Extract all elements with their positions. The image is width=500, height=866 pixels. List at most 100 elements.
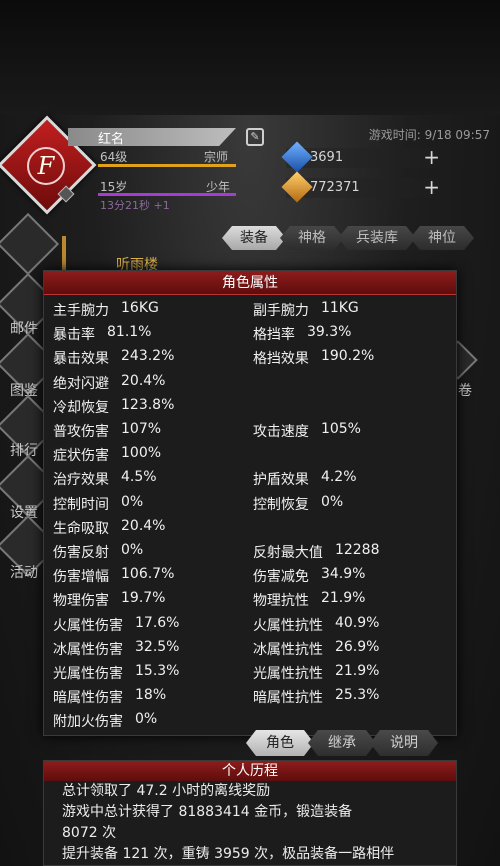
stat-value: 106.7% (121, 566, 175, 583)
stat-cell: 暴击效果 243.2% (53, 348, 253, 368)
stat-label: 暴击效果 (53, 351, 109, 368)
tab-divinity[interactable]: 神格 (280, 226, 344, 250)
stat-row: 物理伤害 19.7% 物理抗性 21.9% (53, 588, 448, 612)
stat-label: 暗属性抗性 (252, 690, 323, 707)
stat-value: 32.5% (135, 638, 180, 655)
stat-row: 冷却恢复 123.8% (53, 395, 448, 419)
stat-value: 18% (135, 687, 167, 704)
stat-cell: 火属性伤害 17.6% (53, 615, 253, 635)
stat-label: 物理伤害 (53, 593, 109, 610)
tab-armory[interactable]: 兵装库 (338, 226, 416, 250)
stat-row: 普攻伤害 107% 攻击速度 105% (53, 419, 448, 443)
stat-value: 123.8% (121, 396, 175, 413)
stat-label: 主手腕力 (53, 303, 109, 320)
age-progress-fill (98, 193, 236, 196)
stat-row: 主手腕力 16KG 副手腕力 11KG (53, 298, 448, 322)
stat-label: 普攻伤害 (53, 424, 109, 441)
stat-label: 光属性伤害 (53, 665, 123, 682)
stat-label: 绝对闪避 (53, 375, 109, 392)
stat-cell: 主手腕力 16KG (53, 300, 253, 320)
top-band (0, 0, 500, 115)
stat-row: 绝对闪避 20.4% (53, 371, 448, 395)
player-name: 红名 (98, 132, 125, 147)
age-progress-bar (98, 193, 236, 196)
stat-cell: 伤害减免 34.9% (253, 566, 448, 586)
side-item-events[interactable]: 活动 (10, 562, 38, 582)
history-line: 游戏中总计获得了 81883414 金币，锻造装备 (62, 804, 353, 820)
history-line: 提升装备 121 次，重铸 3959 次，极品装备一路相伴 (62, 846, 395, 862)
stat-value: 21.9% (334, 662, 380, 679)
stat-value: 0% (135, 711, 158, 728)
stat-cell: 火属性抗性 40.9% (253, 615, 448, 635)
stat-value: 26.9% (334, 638, 380, 655)
stat-label: 伤害减免 (252, 569, 309, 586)
stat-label: 格挡效果 (252, 351, 309, 368)
stat-cell: 暴击率 81.1% (53, 324, 253, 344)
add-gold-gem-button[interactable]: + (423, 177, 440, 197)
stat-cell: 物理抗性 21.9% (253, 590, 448, 610)
stat-cell: 副手腕力 11KG (253, 300, 448, 320)
stat-cell: 暗属性伤害 18% (53, 687, 253, 707)
level-progress-bar (98, 164, 236, 167)
stat-row: 光属性伤害 15.3% 光属性抗性 21.9% (53, 661, 448, 685)
stat-value: 100% (121, 445, 162, 462)
stat-label: 暴击率 (53, 327, 95, 344)
stat-row: 生命吸取 20.4% (53, 516, 448, 540)
stat-label: 攻击速度 (252, 424, 309, 441)
history-list[interactable]: 总计领取了 47.2 小时的离线奖励 游戏中总计获得了 81883414 金币，锻… (44, 781, 456, 865)
stat-value: 16KG (121, 300, 159, 317)
history-title: 个人历程 (44, 761, 456, 781)
edit-icon[interactable]: ✎ (246, 128, 264, 146)
stat-cell: 反射最大值 12288 (253, 542, 448, 562)
tab-equipment[interactable]: 装备 (222, 226, 286, 250)
stats-list[interactable]: 主手腕力 16KG 副手腕力 11KG 暴击率 81.1% 格挡率 39.3% 暴击效果 243.… (44, 295, 456, 733)
stat-label: 物理抗性 (252, 593, 309, 610)
stat-label: 生命吸取 (53, 520, 109, 537)
stat-cell: 冰属性伤害 32.5% (53, 639, 253, 659)
stat-cell: 生命吸取 20.4% (53, 518, 253, 538)
stat-cell: 光属性抗性 21.9% (253, 663, 448, 683)
stat-row: 暴击效果 243.2% 格挡效果 190.2% (53, 346, 448, 370)
add-blue-gem-button[interactable]: + (423, 147, 440, 167)
tab-character[interactable]: 角色 (246, 730, 314, 756)
stat-value: 20.4% (121, 372, 166, 389)
tab-help[interactable]: 说明 (370, 730, 438, 756)
stat-value: 15.3% (135, 662, 180, 679)
player-level: 64级 (100, 150, 128, 164)
stat-cell: 伤害增幅 106.7% (53, 566, 253, 586)
stat-value: 0% (320, 493, 344, 510)
stat-label: 伤害反射 (53, 544, 109, 561)
tab-inherit[interactable]: 继承 (308, 730, 376, 756)
stat-row: 伤害反射 0% 反射最大值 12288 (53, 540, 448, 564)
right-menu-item[interactable]: 卷 (458, 380, 472, 400)
stat-label: 伤害增幅 (53, 569, 109, 586)
stat-value: 105% (320, 421, 361, 438)
stat-cell: 冷却恢复 123.8% (53, 397, 253, 417)
age-timer: 13分21秒 +1 (100, 199, 170, 212)
stat-label: 控制时间 (53, 496, 109, 513)
stat-value: 34.9% (320, 566, 366, 583)
stat-value: 11KG (320, 300, 359, 317)
stat-cell: 治疗效果 4.5% (53, 469, 253, 489)
history-panel: 个人历程 总计领取了 47.2 小时的离线奖励 游戏中总计获得了 81883414… (43, 760, 457, 866)
stat-value: 107% (121, 421, 162, 438)
stat-label: 格挡率 (252, 327, 295, 344)
stat-value: 0% (121, 541, 144, 558)
stat-label: 护盾效果 (252, 472, 309, 489)
stat-value: 25.3% (334, 687, 380, 704)
gold-gem-counter: 772371 + (281, 171, 446, 203)
stat-value: 4.2% (320, 469, 357, 486)
avatar[interactable]: F (27, 147, 65, 185)
stat-cell: 控制恢复 0% (253, 494, 448, 514)
game-time: 游戏时间: 9/18 09:57 (368, 128, 490, 142)
stat-cell: 症状伤害 100% (53, 445, 253, 465)
stat-value: 243.2% (121, 348, 175, 365)
stat-value: 40.9% (334, 614, 380, 631)
stat-label: 治疗效果 (53, 472, 109, 489)
stat-value: 19.7% (121, 590, 166, 607)
stat-value: 81.1% (107, 324, 152, 341)
stat-row: 控制时间 0% 控制恢复 0% (53, 492, 448, 516)
tab-god-seat[interactable]: 神位 (410, 226, 474, 250)
stat-label: 冰属性抗性 (252, 641, 323, 658)
stat-cell: 暗属性抗性 25.3% (253, 687, 448, 707)
